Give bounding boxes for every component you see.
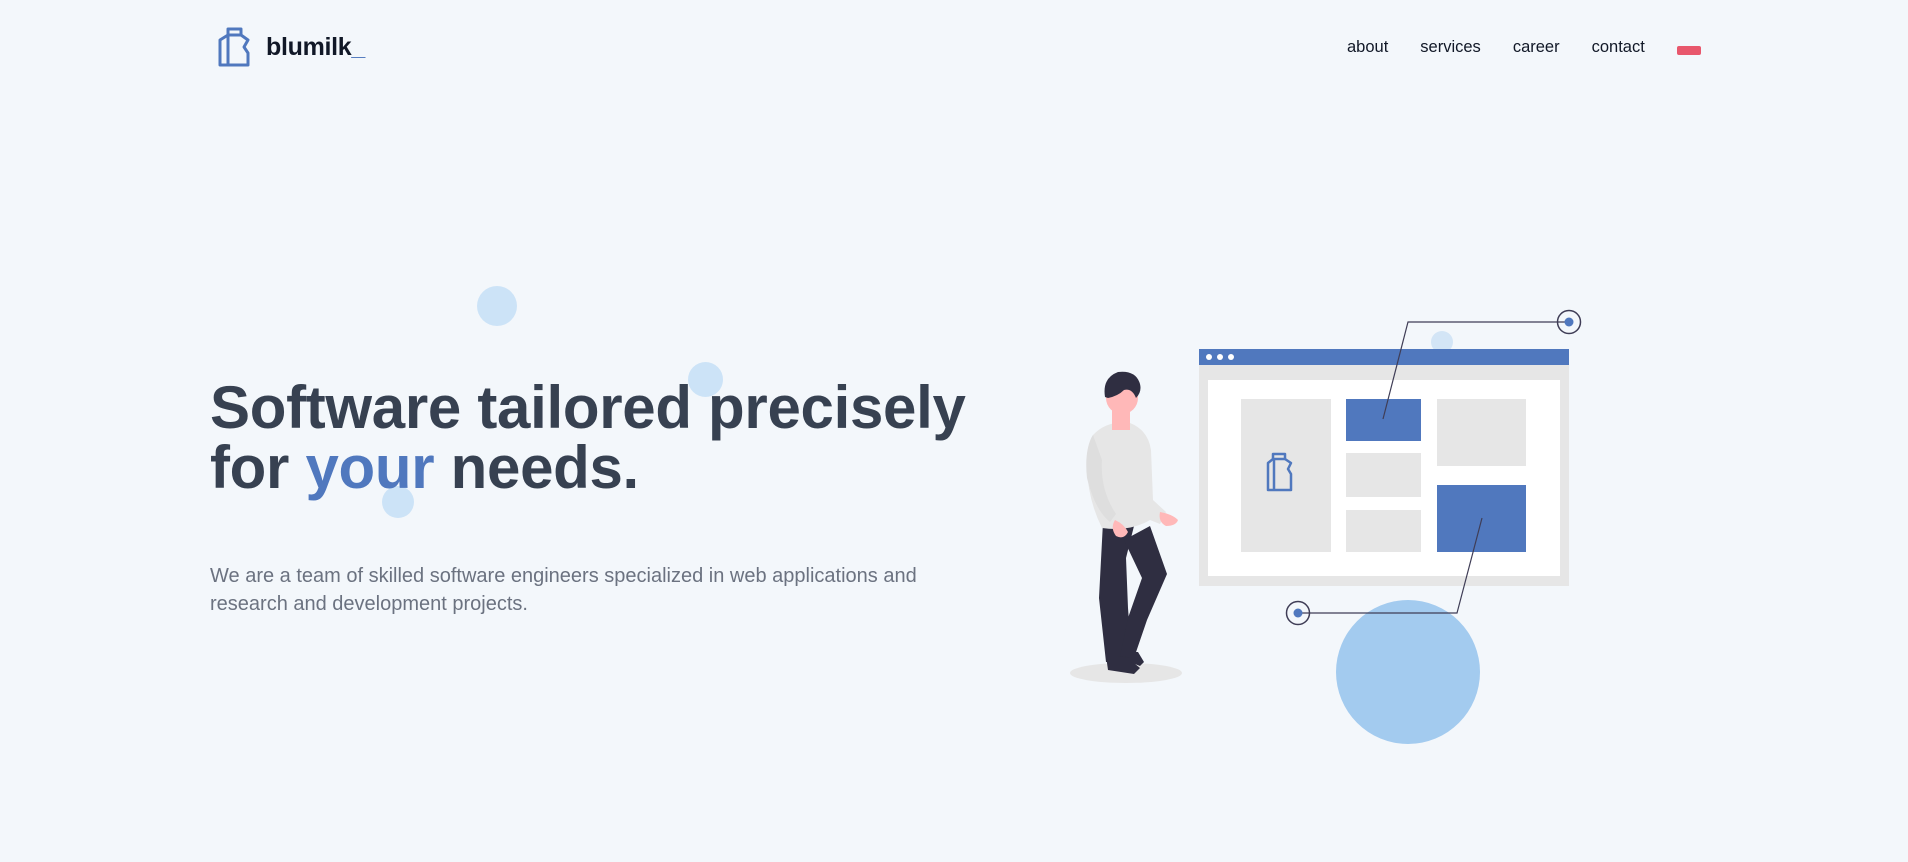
callout-marker-dot: [1293, 608, 1303, 618]
language-flag-icon[interactable]: [1676, 46, 1701, 55]
hero-title-highlight: your: [305, 434, 435, 501]
nav-link-contact[interactable]: contact: [1592, 38, 1645, 57]
window-dot: [1217, 354, 1223, 360]
callout-marker-dot: [1564, 317, 1574, 327]
window-dot: [1228, 354, 1234, 360]
brand-name: blumilk_: [266, 32, 366, 61]
hero-title-line2-after: needs.: [434, 434, 640, 501]
main-nav: about services career contact: [1347, 38, 1701, 57]
hero-illustration: [1070, 309, 1582, 744]
content-block: [1346, 510, 1421, 552]
browser-titlebar: [1199, 349, 1569, 365]
nav-link-about[interactable]: about: [1347, 38, 1388, 57]
content-block-blue: [1346, 399, 1421, 441]
site-header: blumilk_ about services career contact: [0, 0, 1908, 100]
content-sidebar-block: [1241, 399, 1331, 552]
large-decor-circle: [1336, 600, 1480, 744]
person-figure: [1070, 371, 1182, 683]
hero-title-line2-before: for: [210, 434, 306, 501]
content-block: [1346, 453, 1421, 497]
window-dot: [1206, 354, 1212, 360]
nav-link-career[interactable]: career: [1513, 38, 1560, 57]
nav-link-services[interactable]: services: [1420, 38, 1481, 57]
decor-bubble: [477, 286, 517, 326]
milk-carton-icon: [218, 27, 250, 67]
hero-title: Software tailored precisely for your nee…: [210, 378, 966, 498]
brand-logo-link[interactable]: blumilk_: [216, 26, 365, 68]
hero-title-line1: Software tailored precisely: [210, 374, 966, 441]
content-block: [1437, 399, 1526, 466]
hero-description: We are a team of skilled software engine…: [210, 565, 917, 615]
